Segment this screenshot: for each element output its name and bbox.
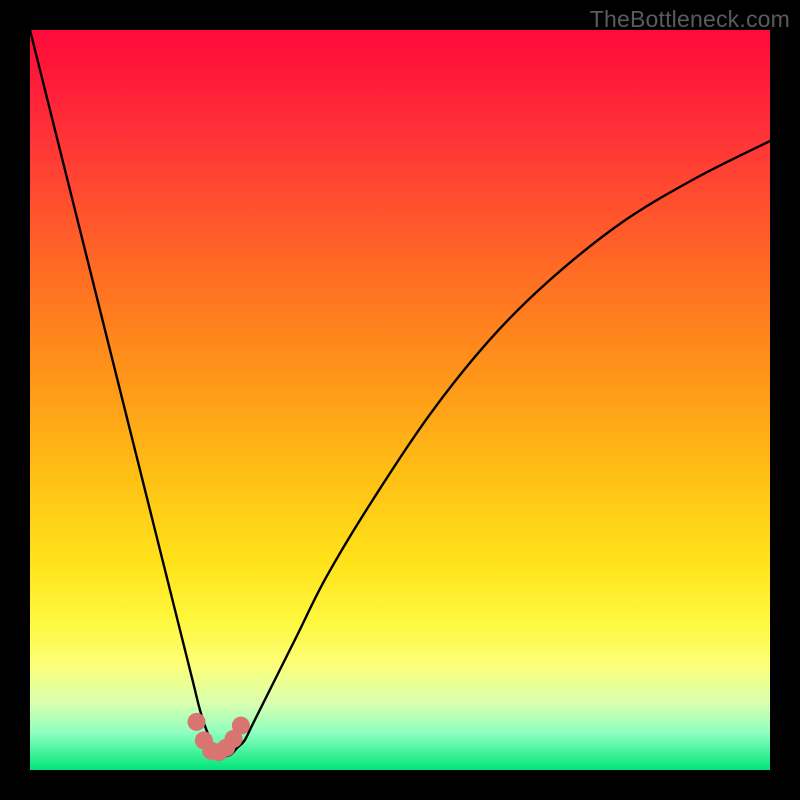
curve-markers (188, 713, 250, 761)
chart-frame: TheBottleneck.com (0, 0, 800, 800)
watermark-text: TheBottleneck.com (590, 6, 790, 33)
plot-area (30, 30, 770, 770)
curve-svg (30, 30, 770, 770)
curve-marker (188, 713, 206, 731)
bottleneck-curve (30, 30, 770, 756)
curve-marker (232, 717, 250, 735)
